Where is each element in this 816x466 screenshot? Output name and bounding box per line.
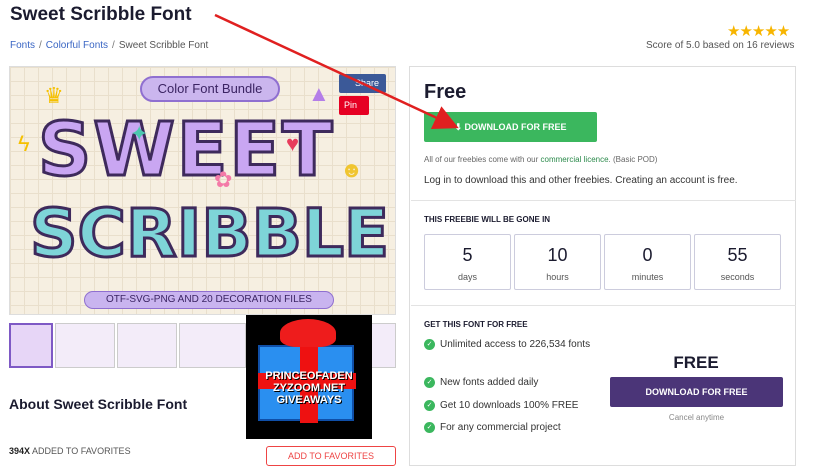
free-big-label: FREE	[673, 353, 719, 372]
gift-bow-icon	[280, 319, 336, 347]
check-icon: ✓	[424, 399, 435, 411]
countdown-seconds: 55 seconds	[694, 234, 781, 290]
pin-label: Pin	[344, 100, 358, 110]
facebook-share-button[interactable]: Share	[339, 74, 386, 93]
flower-icon: ✿	[214, 167, 233, 192]
pinterest-pin-button[interactable]: Pin	[339, 96, 369, 115]
party-hat-icon: ▲	[308, 81, 330, 106]
breadcrumb: Fonts / Colorful Fonts / Sweet Scribble Font	[10, 40, 209, 51]
thumbnail-4[interactable]	[179, 323, 246, 368]
thumbnail-5[interactable]	[371, 323, 396, 368]
giveaway-overlay: PRINCEOFADEN ZYZOOM.NET GIVEAWAYS	[246, 315, 372, 439]
smiley-icon: ☻	[340, 157, 364, 182]
license-note: All of our freebies come with our commer…	[424, 155, 658, 164]
download-panel: Free ⬇ DOWNLOAD FOR FREE All of our free…	[409, 66, 796, 466]
giveaway-text: PRINCEOFADEN ZYZOOM.NET GIVEAWAYS	[265, 370, 353, 406]
crown-icon: ♛	[44, 83, 64, 108]
about-heading: About Sweet Scribble Font	[9, 396, 188, 412]
feature-item: ✓ Unlimited access to 226,534 fonts	[424, 338, 594, 352]
download-for-free-button[interactable]: ⬇ DOWNLOAD FOR FREE	[424, 112, 597, 142]
favorites-count: 394X ADDED TO FAVORITES	[9, 446, 131, 456]
heart-icon: ♥	[286, 131, 300, 156]
check-icon: ✓	[424, 421, 435, 433]
feature-item: ✓ Get 10 downloads 100% FREE	[424, 399, 594, 413]
preview-headline-scribble: SCRIBBLE	[28, 194, 390, 274]
font-preview-image[interactable]: Color Font Bundle SWEET SCRIBBLE OTF-SVG…	[9, 66, 396, 315]
rating-stars[interactable]: ★★★★★	[727, 22, 790, 40]
countdown-minutes: 0 minutes	[604, 234, 691, 290]
feature-item: ✓ For any commercial project	[424, 421, 594, 435]
get-font-title: GET THIS FONT FOR FREE	[424, 320, 528, 329]
price-label: Free	[424, 81, 467, 103]
thumbnail-3[interactable]	[117, 323, 177, 368]
feature-item: ✓ New fonts added daily	[424, 376, 594, 390]
breadcrumb-colorful-fonts[interactable]: Colorful Fonts	[46, 40, 108, 51]
check-icon: ✓	[424, 376, 435, 388]
add-to-favorites-button[interactable]: ADD TO FAVORITES	[266, 446, 396, 466]
login-message: Log in to download this and other freebi…	[424, 175, 738, 186]
breadcrumb-fonts[interactable]: Fonts	[10, 40, 35, 51]
preview-files-label: OTF-SVG-PNG AND 20 DECORATION FILES	[84, 291, 334, 309]
divider	[411, 200, 796, 201]
divider	[411, 305, 796, 306]
rating-score: Score of 5.0 based on 16 reviews	[646, 40, 795, 51]
thumbnail-1[interactable]	[9, 323, 53, 368]
share-label: Share	[355, 78, 380, 88]
countdown-hours: 10 hours	[514, 234, 601, 290]
page-title: Sweet Scribble Font	[10, 4, 192, 25]
bundle-badge: Color Font Bundle	[140, 76, 280, 102]
check-icon: ✓	[424, 338, 435, 350]
countdown-title: THIS FREEBIE WILL BE GONE IN	[424, 215, 551, 224]
countdown-days: 5 days	[424, 234, 511, 290]
thumbnail-2[interactable]	[55, 323, 115, 368]
commercial-licence-link[interactable]: commercial licence	[541, 155, 609, 164]
sparkle-icon: ✦	[130, 121, 149, 146]
breadcrumb-current: Sweet Scribble Font	[118, 40, 209, 51]
lightning-icon: ϟ	[18, 131, 30, 156]
download-for-free-button-2[interactable]: DOWNLOAD FOR FREE	[610, 377, 783, 407]
cancel-anytime-text: Cancel anytime	[668, 413, 725, 422]
